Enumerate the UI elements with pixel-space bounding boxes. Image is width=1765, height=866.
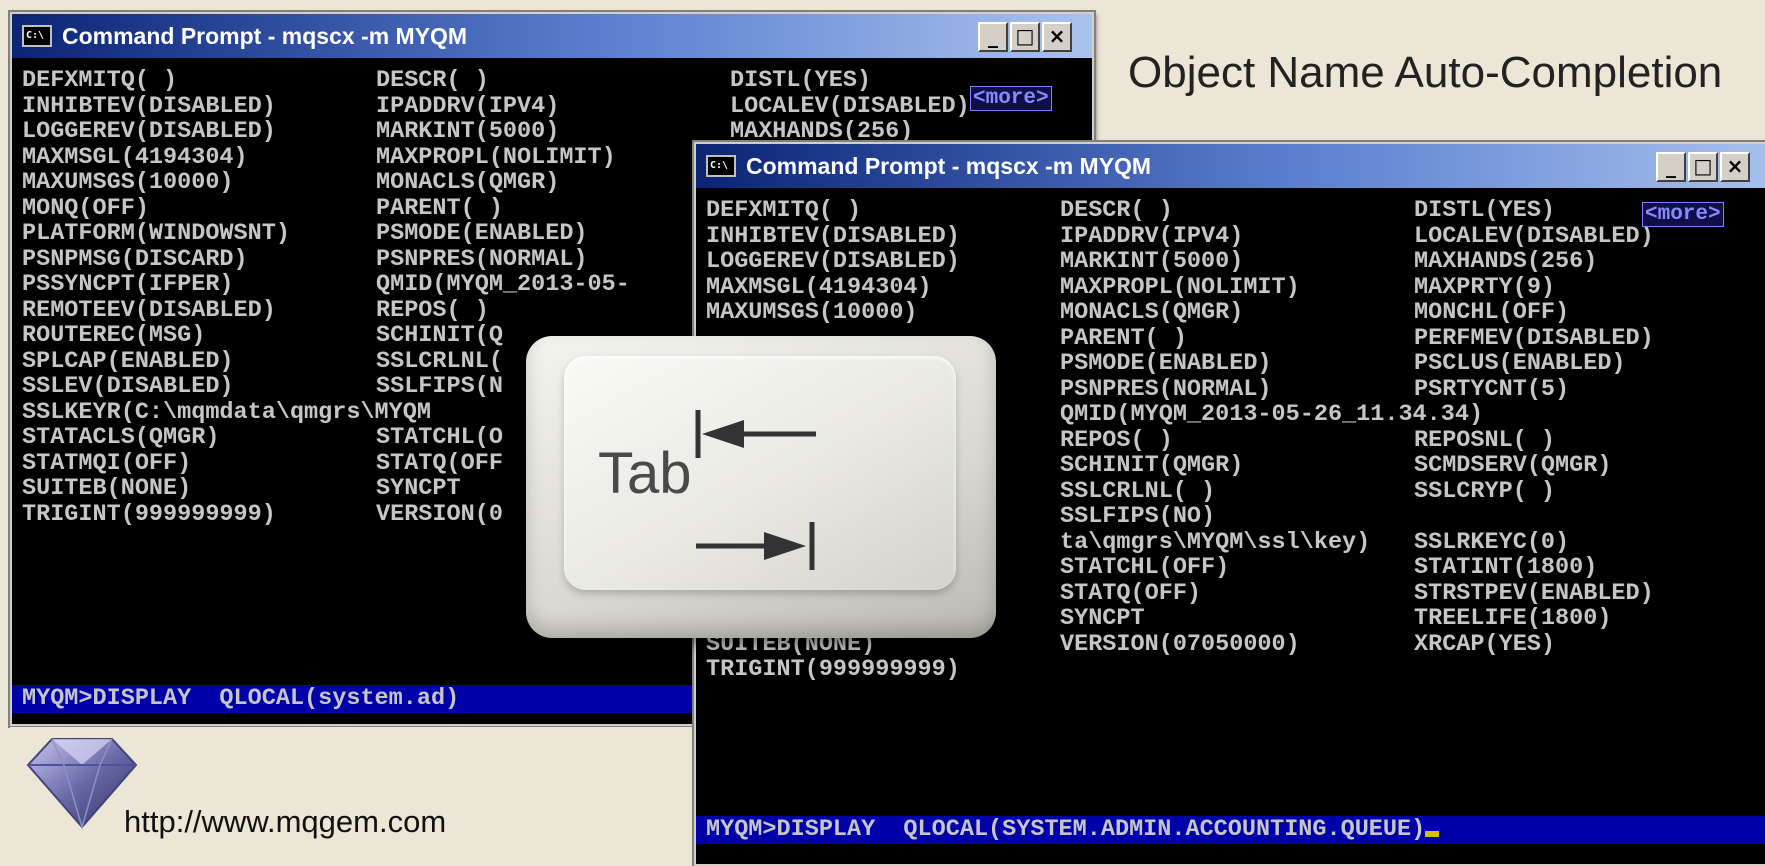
- console-line: MAXUMSGS(10000): [706, 299, 918, 326]
- window-titlebar[interactable]: C:\ Command Prompt - mqscx -m MYQM _ □ ×: [696, 144, 1765, 188]
- console-line: MONACLS(QMGR): [376, 169, 560, 196]
- console-line: SUITEB(NONE): [22, 475, 192, 502]
- more-indicator: <more>: [1642, 202, 1724, 227]
- console-line: PLATFORM(WINDOWSNT): [22, 220, 290, 247]
- window-controls: _ □ ×: [978, 22, 1072, 52]
- tab-key-label: Tab: [598, 441, 692, 506]
- close-button[interactable]: ×: [1042, 22, 1072, 52]
- console-line: MAXHANDS(256): [730, 118, 914, 145]
- console-line: TRIGINT(999999999): [706, 656, 960, 683]
- console-line: SSLCRYP( ): [1414, 477, 1556, 505]
- console-line: STATACLS(QMGR): [22, 424, 220, 451]
- console-line: MONQ(OFF): [22, 194, 149, 222]
- console-line: TREELIFE(1800): [1414, 605, 1612, 632]
- close-button[interactable]: ×: [1720, 152, 1750, 182]
- window-titlebar[interactable]: C:\ Command Prompt - mqscx -m MYQM _ □ ×: [12, 14, 1092, 58]
- console-line: MAXPROPL(NOLIMIT): [376, 143, 616, 171]
- console-line: PSNPMSG(DISCARD): [22, 245, 248, 273]
- console-line: REMOTEEV(DISABLED): [22, 296, 276, 324]
- console-line: REPOS( ): [376, 296, 489, 324]
- console-line: PSNPRES(NORMAL): [376, 245, 588, 273]
- console-line: MAXMSGL(4194304): [22, 143, 248, 171]
- console-line: QMID(MYQM_2013-05-: [376, 271, 630, 298]
- maximize-button[interactable]: □: [1010, 22, 1040, 52]
- command-line[interactable]: MYQM>DISPLAY QLOCAL(SYSTEM.ADMIN.ACCOUNT…: [696, 816, 1765, 844]
- console-column-3: DISTL(YES) LOCALEV(DISABLED) MAXHANDS(256)…: [1414, 198, 1654, 657]
- console-line: IPADDRV(IPV4): [376, 92, 560, 120]
- console-line: PSSYNCPT(IFPER): [22, 271, 234, 298]
- console-line: DISTL(YES): [1414, 197, 1556, 224]
- console-line: MONCHL(OFF): [1414, 299, 1570, 326]
- console-output: DEFXMITQ( ) INHIBTEV(DISABLED) LOGGEREV(DI…: [706, 198, 1654, 682]
- console-line: XRCAP(YES): [1414, 630, 1556, 658]
- console-line: DEFXMITQ( ): [22, 67, 178, 94]
- minimize-button[interactable]: _: [1656, 152, 1686, 182]
- slide-title: Object Name Auto-Completion: [1128, 48, 1723, 97]
- console-line: DESCR( ): [376, 67, 489, 94]
- console-line: LOGGEREV(DISABLED): [706, 248, 960, 275]
- command-text: MYQM>DISPLAY QLOCAL(SYSTEM.ADMIN.ACCOUNT…: [706, 816, 1426, 843]
- console-line: INHIBTEV(DISABLED): [22, 92, 276, 120]
- console-line: PSMODE(ENABLED): [376, 220, 588, 247]
- console-line: STRSTPEV(ENABLED): [1414, 579, 1654, 607]
- more-indicator: <more>: [970, 86, 1052, 111]
- cmd-app-icon: C:\: [22, 25, 52, 47]
- console-line: DEFXMITQ( ): [706, 197, 862, 224]
- console-column-1: DEFXMITQ( ) INHIBTEV(DISABLED) LOGGEREV(DI…: [22, 68, 431, 527]
- console-line: MARKINT(5000): [376, 118, 560, 145]
- console-line: LOGGEREV(DISABLED): [22, 118, 276, 145]
- window-title: Command Prompt - mqscx -m MYQM: [746, 152, 1152, 179]
- cmd-app-icon: C:\: [706, 155, 736, 177]
- console-line: MAXUMSGS(10000): [22, 169, 234, 196]
- console-line: SSLKEYR(C:\mqmdata\qmgrs\MYQM: [22, 398, 431, 426]
- console-line: SSLRKEYC(0): [1414, 528, 1570, 556]
- console-line: MAXPRTY(9): [1414, 273, 1556, 301]
- console-line: PERFMEV(DISABLED): [1414, 324, 1654, 352]
- console-line: PARENT( ): [376, 194, 503, 222]
- text-cursor: [1425, 831, 1440, 837]
- console-line: PSCLUS(ENABLED): [1414, 350, 1626, 377]
- console-column-3: DISTL(YES) LOCALEV(DISABLED) MAXHANDS(256): [730, 68, 970, 145]
- console-line: ROUTEREC(MSG): [22, 322, 206, 349]
- minimize-button[interactable]: _: [978, 22, 1008, 52]
- console-line: STATINT(1800): [1414, 554, 1598, 581]
- console-line: REPOSNL( ): [1414, 426, 1556, 454]
- console-line: INHIBTEV(DISABLED): [706, 222, 960, 250]
- console-line: SCMDSERV(QMGR): [1414, 452, 1612, 479]
- window-title: Command Prompt - mqscx -m MYQM: [62, 22, 468, 49]
- tab-key-image: Tab: [526, 336, 996, 638]
- maximize-button[interactable]: □: [1688, 152, 1718, 182]
- console-line: SPLCAP(ENABLED): [22, 347, 234, 375]
- console-line: TRIGINT(999999999): [22, 500, 276, 528]
- tab-arrows-icon: [695, 410, 816, 570]
- window-controls: _ □ ×: [1656, 152, 1750, 182]
- console-line: LOCALEV(DISABLED): [1414, 222, 1654, 250]
- console-line: MAXHANDS(256): [1414, 248, 1598, 275]
- console-line: PSRTYCNT(5): [1414, 375, 1570, 403]
- console-output: DEFXMITQ( ) INHIBTEV(DISABLED) LOGGEREV(DI…: [22, 68, 970, 527]
- console-line: MAXMSGL(4194304): [706, 273, 932, 301]
- console-line: SSLEV(DISABLED): [22, 373, 234, 400]
- website-url[interactable]: http://www.mqgem.com: [124, 804, 446, 840]
- console-line: DISTL(YES): [730, 67, 872, 94]
- console-line: LOCALEV(DISABLED): [730, 92, 970, 120]
- console-line: STATMQI(OFF): [22, 449, 192, 477]
